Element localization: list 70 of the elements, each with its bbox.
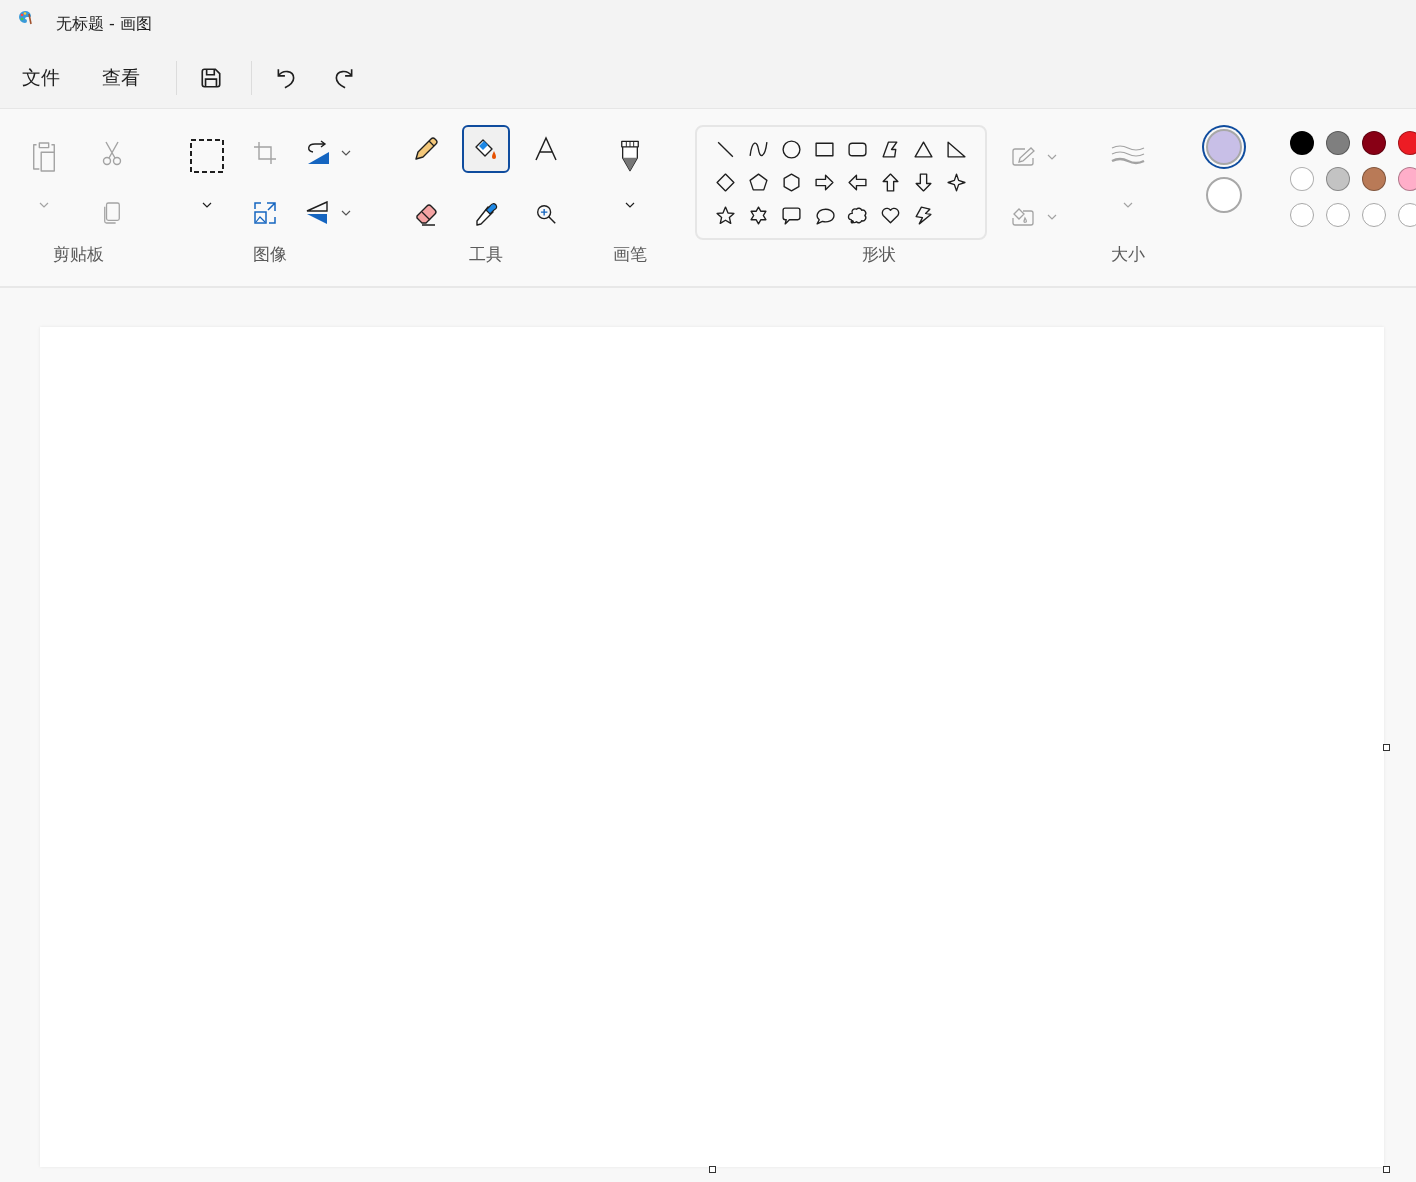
five-point-star-icon [715, 205, 736, 226]
crop-icon [253, 141, 277, 165]
brush-icon [619, 139, 641, 173]
letter-a-icon [533, 136, 559, 162]
empty-color-slot[interactable] [1326, 203, 1350, 227]
color-swatch[interactable] [1398, 131, 1416, 155]
group-label: 画笔 [613, 243, 647, 266]
pentagon-icon [748, 172, 769, 193]
diamond-icon [715, 172, 736, 193]
hexagon-icon [781, 172, 802, 193]
chevron-down-icon [39, 202, 49, 208]
chevron-down-icon [1123, 202, 1133, 208]
color-swatch[interactable] [1362, 131, 1386, 155]
four-point-star-icon [946, 172, 967, 193]
empty-color-slot[interactable] [1398, 203, 1416, 227]
chevron-down-icon [341, 210, 351, 216]
eyedropper-icon [473, 201, 499, 227]
bucket-fill-icon [1011, 206, 1037, 228]
pencil-icon [413, 136, 439, 162]
pen-outline-icon [1011, 146, 1037, 168]
color-swatch[interactable] [1326, 131, 1350, 155]
lightning-icon [913, 205, 934, 226]
group-label: 工具 [469, 243, 503, 266]
fill-tool-button[interactable] [462, 125, 510, 173]
dashed-rectangle-icon [189, 138, 225, 174]
flip-icon [305, 200, 331, 226]
resize-handle[interactable] [709, 1166, 716, 1173]
eraser-icon [413, 201, 439, 227]
chevron-down-icon [341, 150, 351, 156]
chevron-down-icon [625, 202, 635, 208]
menu-item[interactable]: 文件 [8, 59, 74, 97]
right-triangle-icon [946, 139, 967, 160]
chevron-down-icon [1047, 214, 1057, 220]
zoom-in-icon [534, 202, 558, 226]
triangle-icon [913, 139, 934, 160]
oval-icon [781, 139, 802, 160]
group-label: 图像 [253, 243, 287, 266]
up-arrow-icon [880, 172, 901, 193]
resize-handle[interactable] [1383, 744, 1390, 751]
chevron-down-icon [1047, 154, 1057, 160]
empty-color-slot[interactable] [1362, 203, 1386, 227]
color-swatch[interactable] [1290, 131, 1314, 155]
color-swatch[interactable] [1326, 167, 1350, 191]
group-label: 大小 [1111, 243, 1145, 266]
group-label: 形状 [862, 243, 896, 266]
window-title: 无标题 - 画图 [56, 13, 152, 35]
paint-palette-icon [17, 9, 33, 25]
right-arrow-icon [814, 172, 835, 193]
color-swatch[interactable] [1362, 167, 1386, 191]
resize-handle[interactable] [1383, 1166, 1390, 1173]
copy-icon [102, 201, 122, 225]
empty-color-slot[interactable] [1290, 203, 1314, 227]
resize-image-icon [253, 201, 277, 225]
line-icon [715, 139, 736, 160]
rectangle-callout-icon [781, 205, 802, 226]
left-arrow-icon [847, 172, 868, 193]
chevron-down-icon [202, 202, 212, 208]
menu-item[interactable]: 查看 [88, 59, 154, 97]
color-swatch[interactable] [1290, 167, 1314, 191]
clipboard-icon [30, 139, 58, 173]
rotate-icon [305, 140, 331, 166]
cloud-callout-icon [847, 205, 868, 226]
down-arrow-icon [913, 172, 934, 193]
color-swatch[interactable] [1398, 167, 1416, 191]
scissors-icon [100, 140, 124, 166]
heart-icon [880, 205, 901, 226]
group-label: 剪贴板 [52, 243, 104, 266]
secondary-color-button[interactable] [1206, 177, 1242, 213]
six-point-star-icon [748, 205, 769, 226]
primary-color-button[interactable] [1206, 129, 1242, 165]
